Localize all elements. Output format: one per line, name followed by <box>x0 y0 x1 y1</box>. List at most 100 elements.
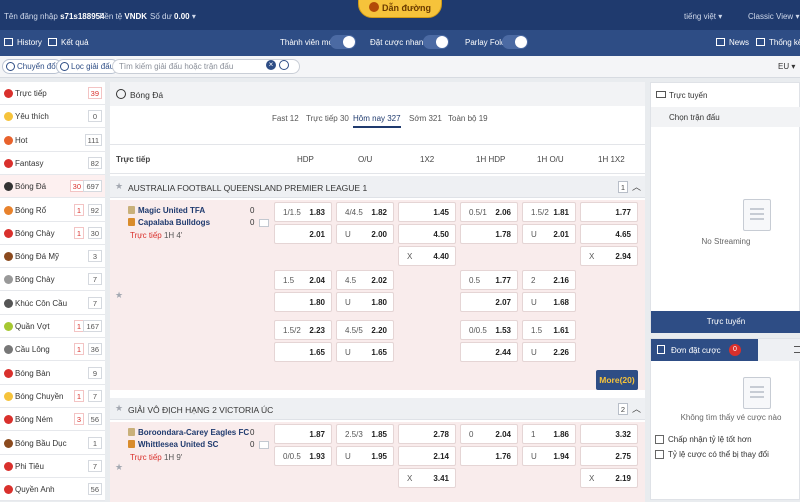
odds-cell[interactable]: X 2.19 <box>580 468 638 488</box>
odds-cell[interactable]: 2.07 <box>460 292 518 312</box>
odds-cell[interactable]: 1.87 <box>274 424 332 444</box>
odds-cell[interactable]: U 1.65 <box>336 342 394 362</box>
sidebar-item[interactable]: Bóng Chày 1 30 <box>0 221 105 245</box>
sidebar-item[interactable]: Bóng Đá Mỹ 3 <box>0 245 105 269</box>
bet-slip-tab[interactable]: Đơn đặt cược 0 <box>651 339 758 361</box>
odds-cell[interactable]: 1.76 <box>460 446 518 466</box>
odds-cell[interactable]: 2 2.16 <box>522 270 576 290</box>
logo-button[interactable]: Dẫn đường <box>358 0 442 18</box>
odds-cell[interactable]: 1.5 1.61 <box>522 320 576 340</box>
news-button[interactable]: News <box>716 38 749 47</box>
odds-cell[interactable]: 4.65 <box>580 224 638 244</box>
odds-cell[interactable]: U 1.68 <box>522 292 576 312</box>
odds-cell[interactable]: X 2.94 <box>580 246 638 266</box>
odds-cell[interactable]: X 4.40 <box>398 246 456 266</box>
odds-cell[interactable]: 4/4.5 1.82 <box>336 202 394 222</box>
sidebar-item[interactable]: Phi Tiêu 7 <box>0 454 105 478</box>
tab-item[interactable]: Sớm 321 <box>409 114 442 123</box>
odds-cell[interactable]: 2.44 <box>460 342 518 362</box>
odds-cell[interactable]: 2.01 <box>274 224 332 244</box>
sidebar-item[interactable]: Trực tiếp 39 <box>0 82 105 105</box>
odds-cell[interactable]: 0.5/1 2.06 <box>460 202 518 222</box>
odds-cell[interactable]: U 1.94 <box>522 446 576 466</box>
new-member-toggle[interactable] <box>330 35 356 49</box>
switch-button[interactable]: Chuyển đổi <box>2 59 63 74</box>
odds-cell[interactable]: 4.50 <box>398 224 456 244</box>
league-header[interactable]: ★ AUSTRALIA FOOTBALL QUEENSLAND PREMIER L… <box>110 176 645 198</box>
odds-cell[interactable]: 1.65 <box>274 342 332 362</box>
star-icon[interactable]: ★ <box>115 403 123 414</box>
odds-cell[interactable]: 1.5/2 2.23 <box>274 320 332 340</box>
odds-cell[interactable]: 2.78 <box>398 424 456 444</box>
odds-cell[interactable]: 1.78 <box>460 224 518 244</box>
language-select[interactable]: tiếng việt ▾ <box>684 12 722 21</box>
league-filter-button[interactable]: Lọc giải đấu <box>56 59 120 74</box>
tab-item[interactable]: Hôm nay 327 <box>353 114 401 128</box>
balance-display[interactable]: Số dư 0.00 ▾ <box>150 12 196 21</box>
chevron-up-icon[interactable]: ︿ <box>632 180 641 193</box>
odds-cell[interactable]: 1/1.5 1.83 <box>274 202 332 222</box>
sidebar-item[interactable]: Fantasy 82 <box>0 151 105 175</box>
away-team[interactable]: Whittlesea United SC <box>128 440 218 449</box>
home-team[interactable]: Magic United TFA <box>128 206 205 215</box>
tv-icon[interactable] <box>259 219 269 227</box>
parlay-fold-toggle[interactable] <box>502 35 528 49</box>
search-input[interactable] <box>119 61 269 72</box>
sidebar-item[interactable]: Khúc Côn Cầu 7 <box>0 291 105 315</box>
odds-cell[interactable]: U 1.95 <box>336 446 394 466</box>
odds-cell[interactable]: 3.32 <box>580 424 638 444</box>
tab-item[interactable]: Trực tiếp 30 <box>306 114 349 123</box>
sidebar-item[interactable]: Hot 111 <box>0 128 105 152</box>
live-stream-button[interactable]: Trực tuyến <box>651 311 800 333</box>
odds-cell[interactable]: 2.5/3 1.85 <box>336 424 394 444</box>
sidebar-item[interactable]: Quyền Anh 56 <box>0 478 105 502</box>
league-header[interactable]: ★ GIẢI VÔ ĐỊCH HẠNG 2 VICTORIA ÚC 2 ︿ <box>110 398 645 420</box>
away-team[interactable]: Capalaba Bulldogs <box>128 218 210 227</box>
more-markets-button[interactable]: More(20) <box>596 370 638 390</box>
odds-cell[interactable]: 4.5/5 2.20 <box>336 320 394 340</box>
quick-bet-toggle[interactable] <box>423 35 449 49</box>
odds-cell[interactable]: 4.5 2.02 <box>336 270 394 290</box>
star-icon[interactable]: ★ <box>115 181 123 192</box>
sidebar-item[interactable]: Bóng Rổ 1 92 <box>0 198 105 222</box>
sidebar-item[interactable]: Cầu Lông 1 36 <box>0 338 105 362</box>
odds-cell[interactable]: 2.75 <box>580 446 638 466</box>
odds-format-select[interactable]: EU ▾ <box>778 62 795 71</box>
star-icon[interactable]: ★ <box>115 462 123 473</box>
tab-item[interactable]: Toàn bộ 19 <box>448 114 488 123</box>
odds-cell[interactable]: 1.80 <box>274 292 332 312</box>
sidebar-item[interactable]: Bóng Chày 7 <box>0 268 105 292</box>
chevron-up-icon[interactable]: ︿ <box>632 402 641 415</box>
odds-cell[interactable]: 1.5/2 1.81 <box>522 202 576 222</box>
sidebar-item[interactable]: Bóng Bầu Dục 1 <box>0 431 105 455</box>
clear-search-icon[interactable]: × <box>266 60 276 70</box>
odds-cell[interactable]: U 2.00 <box>336 224 394 244</box>
odds-cell[interactable]: X 3.41 <box>398 468 456 488</box>
odds-cell[interactable]: U 1.80 <box>336 292 394 312</box>
accept-better-odds-checkbox[interactable]: Chấp nhận tỷ lệ tốt hơn <box>655 435 752 444</box>
home-team[interactable]: Boroondara-Carey Eagles FC <box>128 428 249 437</box>
sidebar-item[interactable]: Yêu thích 0 <box>0 105 105 129</box>
sidebar-item[interactable]: Bóng Bàn 9 <box>0 361 105 385</box>
odds-may-change-checkbox[interactable]: Tỷ lệ cược có thể bị thay đổi <box>655 450 769 459</box>
tv-icon[interactable] <box>259 441 269 449</box>
odds-cell[interactable]: 1 1.86 <box>522 424 576 444</box>
tab-item[interactable]: Fast 12 <box>272 114 299 123</box>
choose-match-select[interactable]: Chọn trận đấu <box>651 107 800 127</box>
odds-cell[interactable]: 2.14 <box>398 446 456 466</box>
sidebar-item[interactable]: Quần Vợt 1 167 <box>0 315 105 338</box>
results-button[interactable]: Kết quả <box>48 38 89 47</box>
odds-cell[interactable]: 0 2.04 <box>460 424 518 444</box>
sidebar-item[interactable]: Bóng Đá 30 697 <box>0 175 105 199</box>
odds-cell[interactable]: U 2.26 <box>522 342 576 362</box>
odds-cell[interactable]: 1.45 <box>398 202 456 222</box>
odds-cell[interactable]: 0/0.5 1.93 <box>274 446 332 466</box>
sidebar-item[interactable]: Bóng Chuyền 1 7 <box>0 384 105 408</box>
odds-cell[interactable]: U 2.01 <box>522 224 576 244</box>
star-icon[interactable]: ★ <box>115 290 123 301</box>
odds-cell[interactable]: 0.5 1.77 <box>460 270 518 290</box>
stats-button[interactable]: Thống kê <box>756 38 800 47</box>
view-mode-select[interactable]: Classic View ▾ <box>748 12 799 21</box>
odds-cell[interactable]: 0/0.5 1.53 <box>460 320 518 340</box>
search-icon[interactable] <box>279 60 289 70</box>
